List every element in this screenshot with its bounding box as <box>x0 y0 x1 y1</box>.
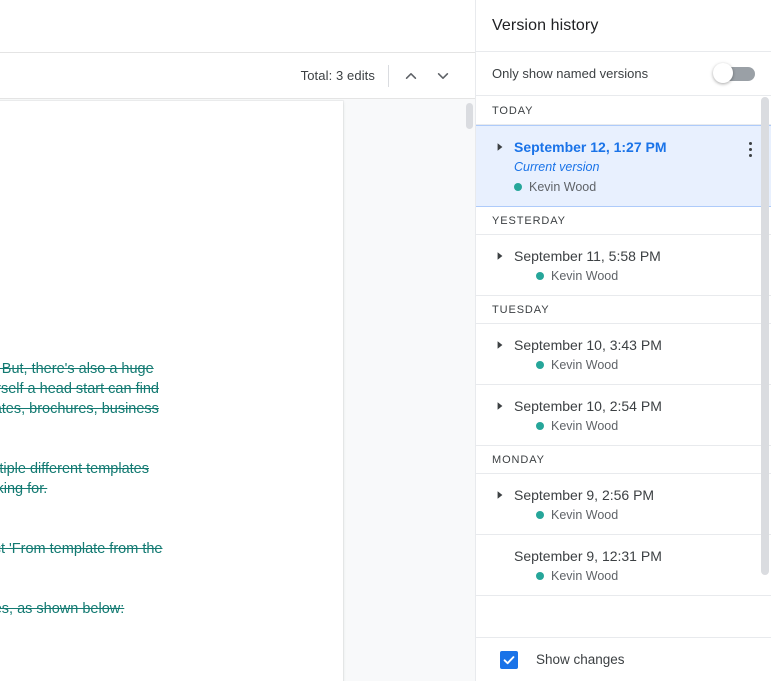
next-edit-button[interactable] <box>427 60 459 92</box>
version-history-screen: Total: 3 edits document. But, there's al… <box>0 0 771 681</box>
version-item[interactable]: September 9, 12:31 PM Kevin Wood <box>476 535 771 596</box>
expand-triangle-icon[interactable] <box>492 486 508 504</box>
version-subtitle: Current version <box>514 160 600 174</box>
document-paragraph: ere are multiple different templates t y… <box>0 461 149 497</box>
toggle-knob <box>713 62 733 83</box>
version-author: Kevin Wood <box>536 508 756 522</box>
day-group-header: MONDAY <box>476 446 771 474</box>
chevron-down-icon <box>437 72 449 79</box>
expand-triangle-icon[interactable] <box>492 247 508 265</box>
document-canvas: document. But, there's also a huge to gi… <box>0 99 475 681</box>
show-changes-label: Show changes <box>536 652 625 667</box>
expand-triangle-icon[interactable] <box>492 138 508 156</box>
version-list: TODAY September 12, 1:27 PM Current versio… <box>476 97 771 596</box>
edits-navigation-toolbar: Total: 3 edits <box>0 52 475 99</box>
show-changes-checkbox[interactable] <box>500 650 518 669</box>
version-history-panel: Version history Only show named versions… <box>475 0 771 681</box>
version-timestamp: September 9, 12:31 PM <box>514 548 662 564</box>
named-versions-toggle[interactable] <box>713 62 755 85</box>
document-paragraph: document. But, there's also a huge to gi… <box>0 361 159 417</box>
version-timestamp: September 9, 2:56 PM <box>514 487 655 503</box>
version-author: Kevin Wood <box>536 358 756 372</box>
version-author-name: Kevin Wood <box>551 508 619 522</box>
document-page: document. But, there's also a huge to gi… <box>0 101 343 681</box>
version-author-name: Kevin Wood <box>551 569 619 583</box>
author-color-dot <box>536 511 544 519</box>
document-paragraph: nd templates, as shown below: <box>0 601 125 617</box>
version-author-name: Kevin Wood <box>551 358 619 372</box>
version-author-name: Kevin Wood <box>551 269 619 283</box>
version-author-name: Kevin Wood <box>529 180 597 194</box>
author-color-dot <box>514 183 522 191</box>
day-group-header: TUESDAY <box>476 296 771 324</box>
chevron-up-icon <box>405 72 417 79</box>
document-paragraph: Then select 'From template from the <box>0 541 163 557</box>
author-color-dot <box>536 361 544 369</box>
document-editor-area: Total: 3 edits document. But, there's al… <box>0 0 475 681</box>
version-item[interactable]: September 11, 5:58 PM Kevin Wood <box>476 235 771 296</box>
document-scrollbar-thumb[interactable] <box>466 103 473 129</box>
check-icon <box>503 655 515 664</box>
version-item[interactable]: September 10, 2:54 PM Kevin Wood <box>476 385 771 446</box>
version-timestamp: September 10, 3:43 PM <box>514 337 662 353</box>
author-color-dot <box>536 272 544 280</box>
expand-triangle-icon[interactable] <box>492 397 508 415</box>
previous-edit-button[interactable] <box>395 60 427 92</box>
day-group-header: TODAY <box>476 97 771 125</box>
named-versions-label: Only show named versions <box>492 66 649 81</box>
version-item[interactable]: September 10, 3:43 PM Kevin Wood <box>476 324 771 385</box>
expand-triangle-icon[interactable] <box>492 336 508 354</box>
version-author: Kevin Wood <box>536 569 756 583</box>
version-timestamp: September 12, 1:27 PM <box>514 139 667 155</box>
version-item[interactable]: September 9, 2:56 PM Kevin Wood <box>476 474 771 535</box>
version-list-scrollbar-thumb[interactable] <box>761 97 769 575</box>
version-author: Kevin Wood <box>536 419 756 433</box>
document-scrollbar[interactable] <box>464 99 475 681</box>
version-author: Kevin Wood <box>536 269 756 283</box>
author-color-dot <box>536 572 544 580</box>
day-group-header: YESTERDAY <box>476 207 771 235</box>
version-author: Kevin Wood <box>514 180 756 194</box>
show-changes-row: Show changes <box>476 637 771 681</box>
author-color-dot <box>536 422 544 430</box>
version-list-viewport: TODAY September 12, 1:27 PM Current versio… <box>476 97 771 637</box>
version-history-header: Version history <box>476 0 771 52</box>
panel-title: Version history <box>492 16 599 34</box>
edits-total-label: Total: 3 edits <box>300 68 375 83</box>
version-item-selected[interactable]: September 12, 1:27 PM Current version Kevi… <box>476 125 771 207</box>
toolbar-divider <box>388 64 389 87</box>
version-author-name: Kevin Wood <box>551 419 619 433</box>
version-timestamp: September 10, 2:54 PM <box>514 398 662 414</box>
version-list-scrollbar[interactable] <box>759 97 771 637</box>
named-versions-toggle-row: Only show named versions <box>476 52 771 96</box>
version-timestamp: September 11, 5:58 PM <box>514 248 661 264</box>
document-text-body: document. But, there's also a huge to gi… <box>0 359 315 619</box>
